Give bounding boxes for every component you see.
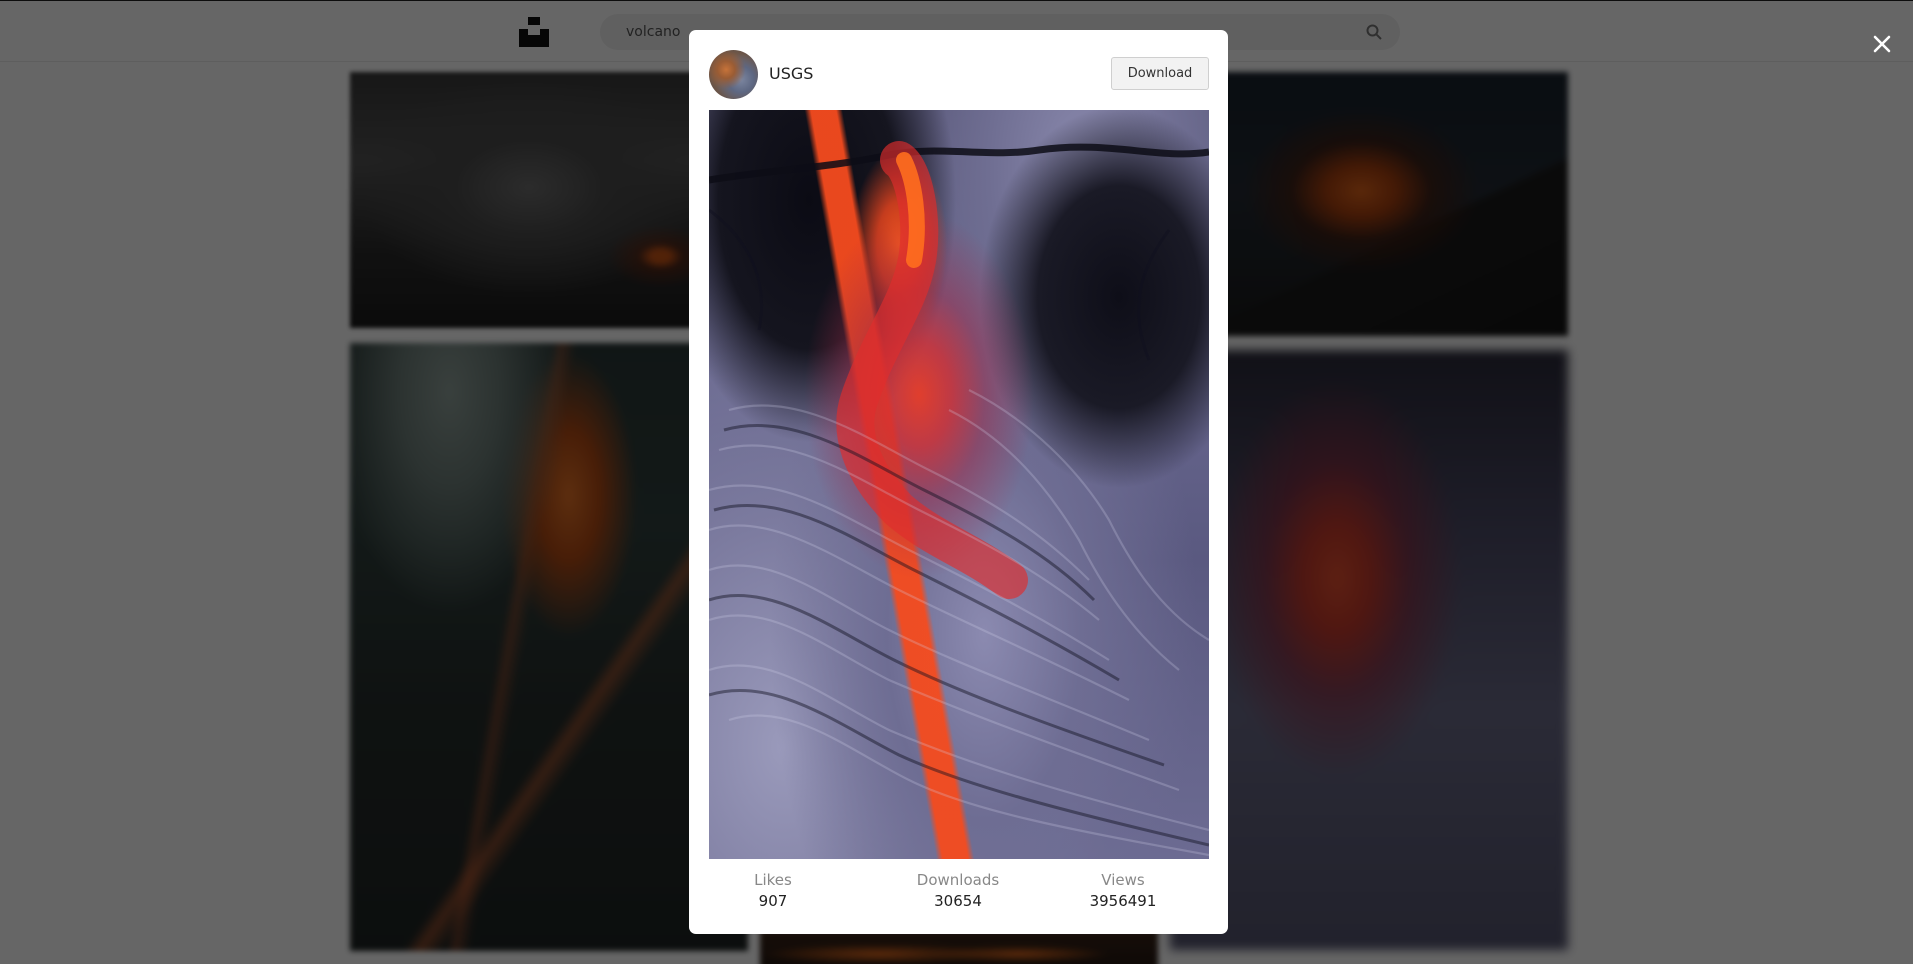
likes-value: 907 xyxy=(758,892,788,910)
views-value: 3956491 xyxy=(1089,892,1157,910)
photo-modal: USGS Download Likes 907 Downloads 30654 … xyxy=(689,30,1228,934)
close-button[interactable] xyxy=(1866,28,1898,60)
downloads-label: Downloads xyxy=(916,871,1000,889)
avatar[interactable] xyxy=(709,50,758,99)
downloads-value: 30654 xyxy=(934,892,982,910)
views-label: Views xyxy=(1101,871,1145,889)
likes-label: Likes xyxy=(754,871,792,889)
views-stat: Views 3956491 xyxy=(1048,870,1198,912)
author-name[interactable]: USGS xyxy=(769,64,813,83)
download-button[interactable]: Download xyxy=(1111,57,1209,90)
likes-stat: Likes 907 xyxy=(698,870,848,912)
close-icon xyxy=(1873,35,1891,53)
downloads-stat: Downloads 30654 xyxy=(883,870,1033,912)
app: volcano USGS Download xyxy=(0,0,1913,964)
photo-image xyxy=(709,110,1209,859)
